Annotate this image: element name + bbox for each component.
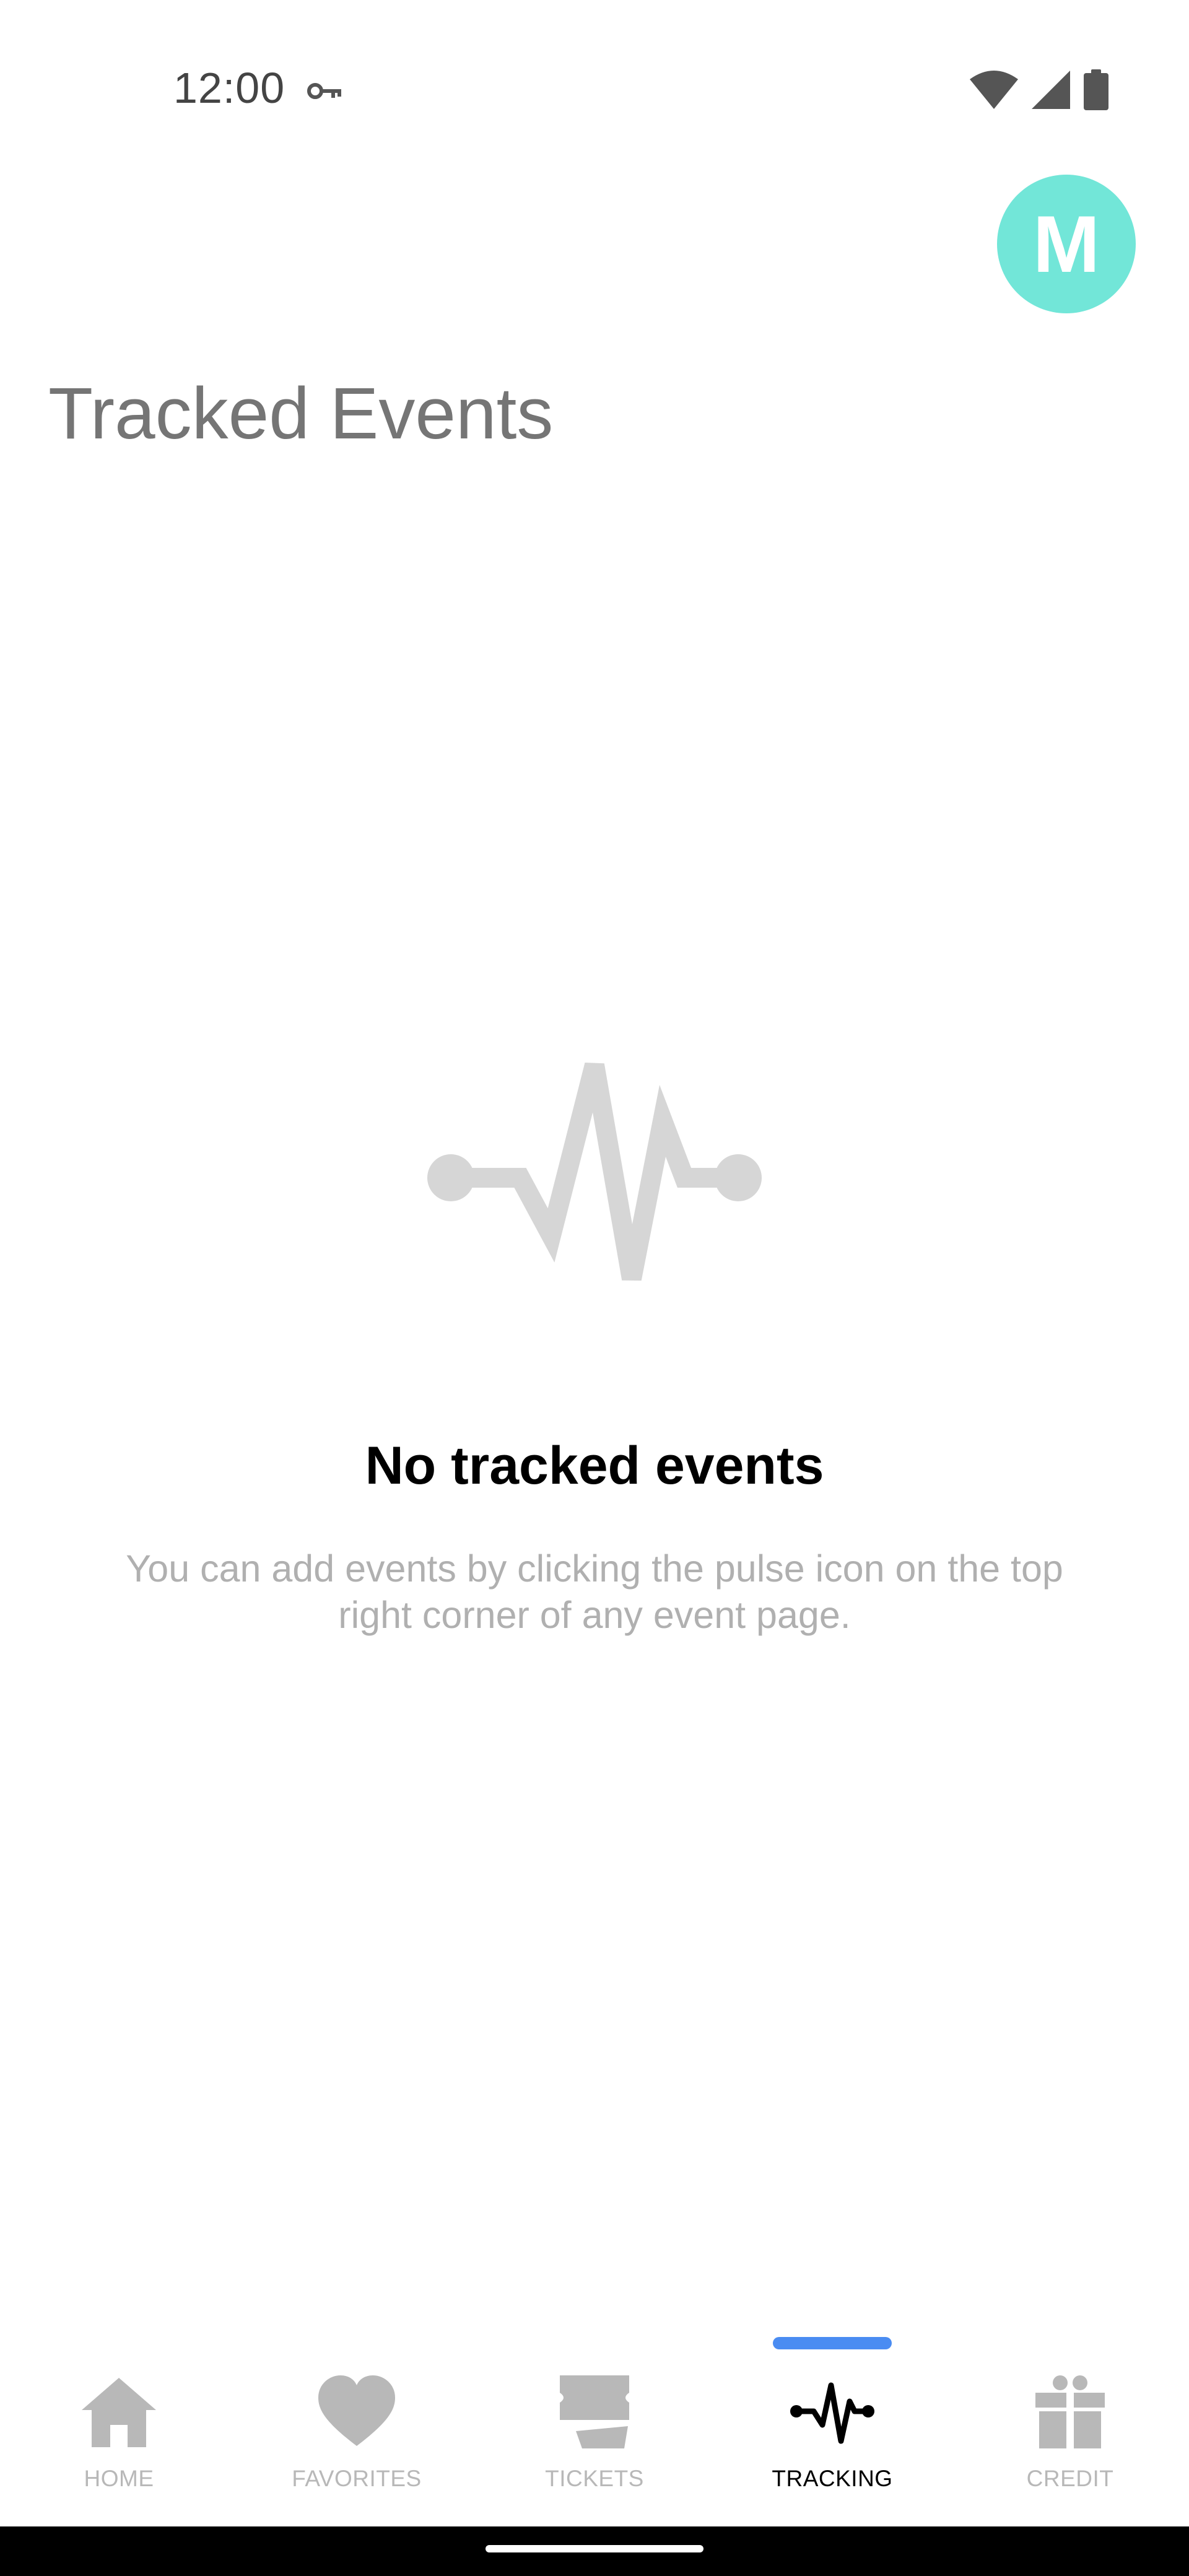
- vpn-key-icon: [307, 83, 341, 99]
- nav-label: TRACKING: [772, 2466, 893, 2491]
- system-navigation-bar: [0, 2526, 1189, 2576]
- pulse-icon: [427, 1063, 762, 1281]
- bottom-navigation: HOME FAVORITES TICKETS TRACKING CREDIT: [0, 2322, 1189, 2526]
- home-icon: [82, 2378, 156, 2447]
- nav-item-favorites[interactable]: FAVORITES: [238, 2322, 476, 2526]
- cellular-signal-icon: [1032, 71, 1070, 109]
- nav-label: FAVORITES: [292, 2466, 422, 2491]
- ticket-icon: [560, 2375, 629, 2448]
- status-bar: 12:00: [0, 0, 1189, 180]
- page-title: Tracked Events: [48, 373, 554, 455]
- empty-state-message: You can add events by clicking the pulse…: [126, 1547, 1063, 1636]
- nav-item-credit[interactable]: CREDIT: [951, 2322, 1189, 2526]
- nav-item-tickets[interactable]: TICKETS: [476, 2322, 713, 2526]
- profile-avatar[interactable]: M: [997, 175, 1136, 313]
- nav-label: CREDIT: [1026, 2466, 1114, 2491]
- status-time: 12:00: [173, 64, 285, 112]
- nav-active-indicator: [773, 2337, 892, 2349]
- nav-label: TICKETS: [545, 2466, 644, 2491]
- wifi-icon: [970, 71, 1018, 109]
- nav-item-home[interactable]: HOME: [0, 2322, 238, 2526]
- nav-label: HOME: [84, 2466, 154, 2491]
- gift-icon: [1035, 2375, 1105, 2448]
- battery-icon: [1084, 69, 1108, 110]
- home-gesture-handle[interactable]: [486, 2545, 703, 2552]
- empty-state-title: No tracked events: [365, 1436, 824, 1495]
- heart-icon: [318, 2375, 395, 2446]
- nav-item-tracking[interactable]: TRACKING: [713, 2322, 951, 2526]
- status-icons: [970, 68, 1108, 111]
- pulse-icon: [790, 2382, 874, 2444]
